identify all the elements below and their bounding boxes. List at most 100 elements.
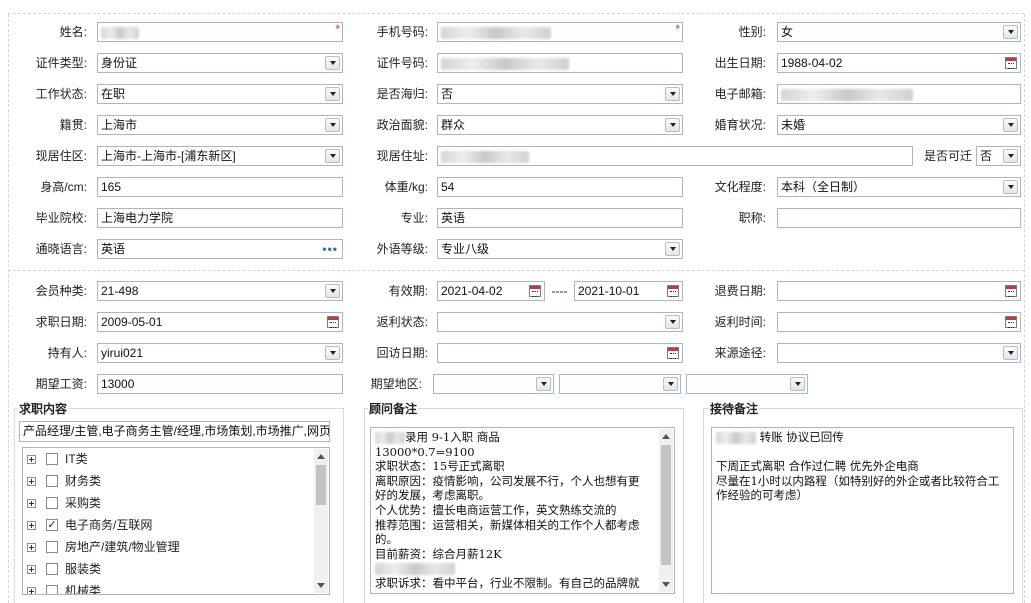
chevron-down-icon[interactable] [1003,346,1018,360]
chevron-down-icon[interactable] [1003,180,1018,194]
political-select[interactable]: 群众 [437,115,683,135]
birth-date-field[interactable]: 1988-04-02 [777,53,1021,73]
scroll-thumb[interactable] [661,445,671,565]
note-line: 离职原因：疫情影响，公司发展不行，个人也想有更 [375,473,640,488]
rebate-status-select[interactable] [437,312,683,332]
job-seek-date-field[interactable]: 2009-05-01 [97,312,343,332]
gender-select[interactable]: 女 [777,22,1021,42]
height-field[interactable]: 165 [97,177,343,197]
scroll-up-icon[interactable] [317,454,325,459]
chevron-down-icon[interactable] [665,242,680,256]
expected-area-district-select[interactable] [686,374,808,394]
chevron-down-icon[interactable] [325,284,340,298]
expected-salary-field[interactable]: 13000 [97,374,343,394]
scroll-down-icon[interactable] [317,583,325,588]
id-number-field[interactable] [437,53,683,73]
tree-checkbox-real-estate[interactable] [46,541,58,553]
tree-checkbox-purchasing[interactable] [46,497,58,509]
valid-end-field[interactable]: 2021-10-01 [574,281,683,301]
weight-value: 54 [441,180,455,194]
scroll-thumb[interactable] [316,465,326,505]
chevron-down-icon[interactable] [790,377,805,391]
email-field[interactable] [777,84,1021,104]
chevron-down-icon[interactable] [325,87,340,101]
expand-icon[interactable] [27,543,36,552]
chevron-down-icon[interactable] [536,377,551,391]
expand-icon[interactable] [27,455,36,464]
major-field[interactable]: 英语 [437,208,683,228]
note-line: 13000*0.7=9100 [375,444,475,459]
chevron-down-icon[interactable] [1003,149,1018,163]
name-field[interactable]: * [97,22,343,42]
more-icon[interactable]: ••• [322,240,338,258]
relocate-select[interactable]: 否 [976,146,1021,166]
tree-checkbox-apparel[interactable] [46,563,58,575]
job-content-summary[interactable]: 产品经理/主管,电子商务主管/经理,市场策划,市场推广,网页 [19,421,330,442]
expected-area-city-select[interactable] [559,374,681,394]
gender-value: 女 [781,25,794,39]
school-field[interactable]: 上海电力学院 [97,208,343,228]
holder-select[interactable]: yirui021 [97,343,343,363]
calendar-icon[interactable] [1005,316,1017,328]
calendar-icon[interactable] [1005,285,1017,297]
expected-area-label: 期望地区: [370,377,422,391]
note-line: 推荐范围：运营相关，新媒体相关的工作个人都考虑 [375,517,640,532]
chevron-down-icon[interactable] [663,377,678,391]
consultant-notes-textarea[interactable]: 录用 9-1入职 商品 13000*0.7=9100 求职状态：15号正式离职 … [370,427,675,594]
chevron-down-icon[interactable] [1003,118,1018,132]
rebate-time-field[interactable] [777,312,1021,332]
note-line: 尽量在1小时以内路程（如特别好的外企或者比较符合工 [716,473,1000,488]
chevron-down-icon[interactable] [665,315,680,329]
education-select[interactable]: 本科（全日制） [777,177,1021,197]
chevron-down-icon[interactable] [1003,25,1018,39]
language-value: 英语 [101,242,126,256]
chevron-down-icon[interactable] [325,346,340,360]
id-type-select[interactable]: 身份证 [97,53,343,73]
calendar-icon[interactable] [667,347,679,359]
tree-scrollbar[interactable] [314,449,328,593]
refund-date-field[interactable] [777,281,1021,301]
scroll-up-icon[interactable] [662,434,670,439]
language-field[interactable]: 英语 ••• [97,239,343,259]
tree-checkbox-finance[interactable] [46,475,58,487]
expand-icon[interactable] [27,521,36,530]
tree-checkbox-machinery[interactable] [46,585,58,594]
return-visit-field[interactable] [437,343,683,363]
consultant-notes-scrollbar[interactable] [659,429,673,592]
chevron-down-icon[interactable] [325,118,340,132]
residence-area-select[interactable]: 上海市-上海市-[浦东新区] [97,146,343,166]
valid-start-field[interactable]: 2021-04-02 [437,281,545,301]
foreign-level-select[interactable]: 专业八级 [437,239,683,259]
returnee-select[interactable]: 否 [437,84,683,104]
job-category-tree[interactable]: IT类 财务类 采购类 ✓ 电子商务/互联网 房地产/建筑/物业管理 服装类 机械… [22,447,330,595]
expand-icon[interactable] [27,499,36,508]
height-label: 身高/cm: [40,180,87,194]
address-field[interactable] [437,146,913,166]
chevron-down-icon[interactable] [665,87,680,101]
title-field[interactable] [777,208,1021,228]
tree-checkbox-it[interactable] [46,453,58,465]
calendar-icon[interactable] [327,316,339,328]
native-place-select[interactable]: 上海市 [97,115,343,135]
marital-select[interactable]: 未婚 [777,115,1021,135]
reception-notes-textarea[interactable]: 转账 协议已回传 下周正式离职 合作过仁聘 优先外企电商 尽量在1小时以内路程（… [711,427,1014,594]
chevron-down-icon[interactable] [325,149,340,163]
calendar-icon[interactable] [529,285,541,297]
source-select[interactable] [777,343,1021,363]
calendar-icon[interactable] [667,285,679,297]
work-status-select[interactable]: 在职 [97,84,343,104]
expand-icon[interactable] [27,477,36,486]
expand-icon[interactable] [27,587,36,594]
expected-area-province-select[interactable] [433,374,554,394]
chevron-down-icon[interactable] [665,118,680,132]
note-line: 作经验的可考虑） [716,488,808,503]
weight-field[interactable]: 54 [437,177,683,197]
calendar-icon[interactable] [1005,57,1017,69]
email-label: 电子邮箱: [714,87,766,101]
tree-checkbox-ecommerce[interactable]: ✓ [46,519,58,531]
mobile-field[interactable]: * [437,22,683,42]
member-type-select[interactable]: 21-498 [97,281,343,301]
scroll-down-icon[interactable] [662,582,670,587]
expand-icon[interactable] [27,565,36,574]
chevron-down-icon[interactable] [325,56,340,70]
